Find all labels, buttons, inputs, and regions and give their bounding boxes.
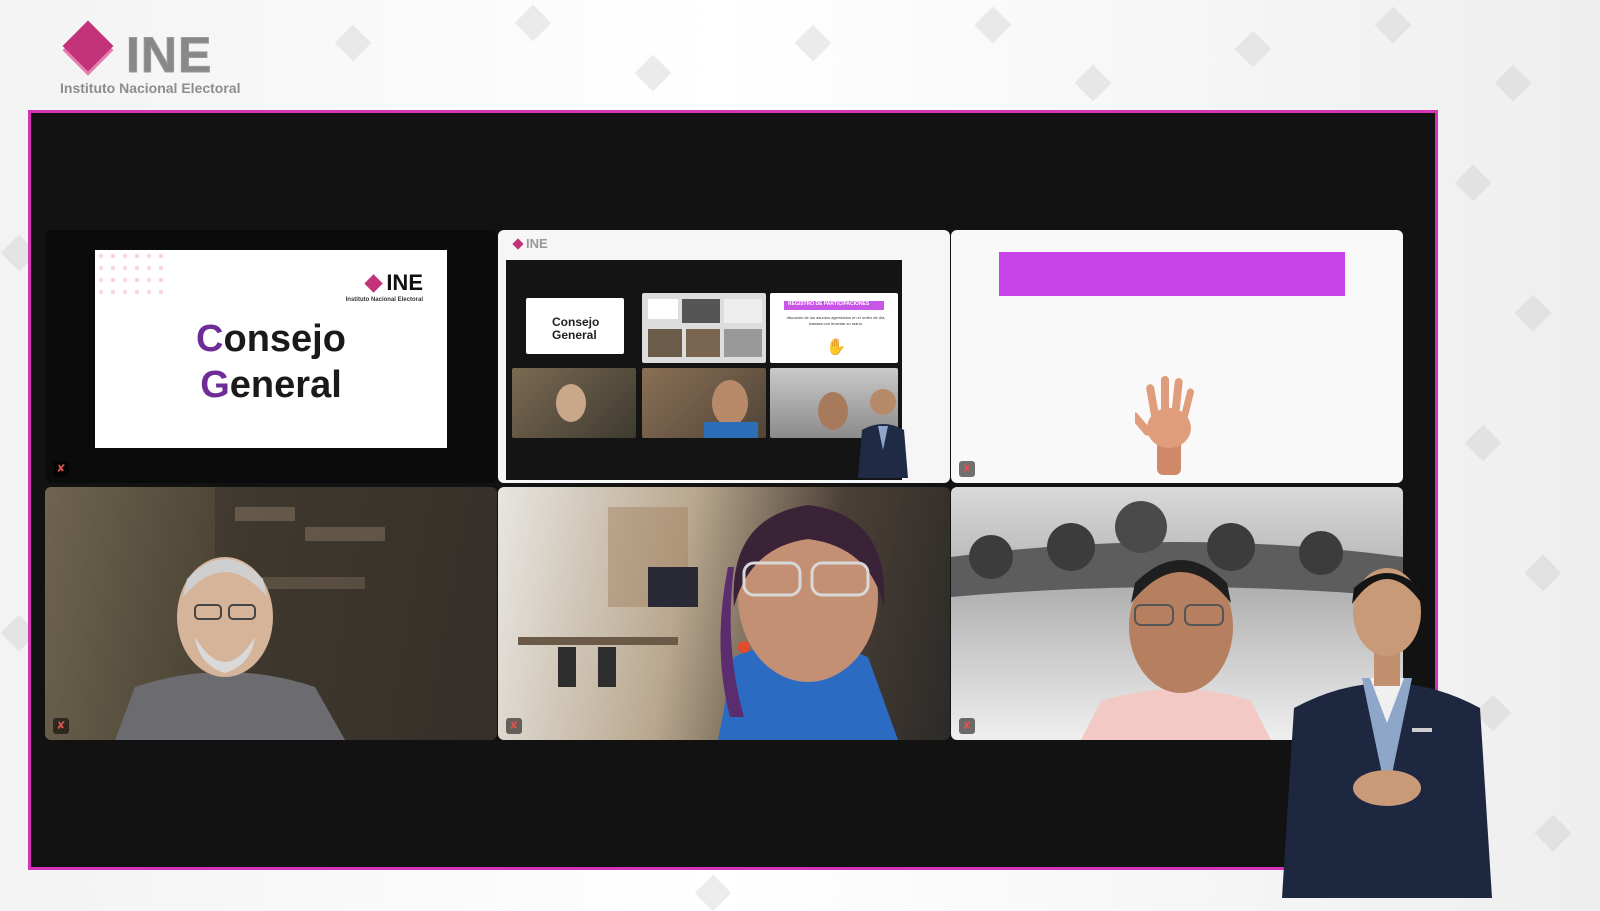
logo-word: INE [125,27,213,84]
nested-video-2 [642,368,766,438]
tile-shared-screen[interactable]: INE Consejo General REGISTRO DE PARTICIP… [498,230,950,483]
nested-video-1 [512,368,636,438]
tile-raise-hand[interactable]: ✘ [951,230,1403,483]
slide-title: Consejo General [95,316,447,408]
nested-bar-label: REGISTRO DE PARTICIPACIONES [788,301,870,307]
logo-subtitle: Instituto Nacional Electoral [60,80,241,96]
slide-logo-word: INE [386,270,423,295]
mic-off-icon: ✘ [959,718,975,734]
title-initial: C [196,318,224,360]
title-initial: G [200,364,230,406]
title-rest: onsejo [223,318,346,360]
ine-logo: INE Instituto Nacional Electoral [60,20,275,100]
tile-presentation-slide[interactable]: INE Instituto Nacional Electoral Consejo… [45,230,497,483]
nested-logo-word: INE [526,236,548,251]
participant-video-frame [115,487,497,740]
slide-logo: INE Instituto Nacional Electoral [346,270,423,303]
slide-logo-subtitle: Instituto Nacional Electoral [345,297,423,303]
magenta-title-bar [999,252,1345,296]
participant-video-frame [518,505,898,740]
mic-off-icon: ✘ [959,461,975,477]
raised-hand-icon: ✋ [826,339,846,356]
ine-diamond-icon [62,20,114,72]
title-rest: eneral [229,364,342,406]
raised-hand-icon [1135,376,1195,475]
sign-language-interpreter [1282,568,1492,898]
mic-off-icon: ✘ [53,718,69,734]
mic-off-icon: ✘ [506,718,522,734]
ine-diamond-icon [364,273,384,293]
nested-logo: INE [512,236,548,251]
tile-participant-video[interactable]: ✘ [45,487,497,740]
nested-stage: Consejo General REGISTRO DE PARTICIPACIO… [506,260,902,480]
nested-slide-title: Consejo General [552,315,600,342]
decorative-dots [95,250,165,300]
tile-participant-video[interactable]: ✘ [498,487,950,740]
video-conference-stage: INE Instituto Nacional Electoral Consejo… [28,110,1438,870]
ine-diamond-icon [512,238,524,250]
nested-grid-preview [642,293,766,363]
nested-instruction: discusión de los asuntos agendados en el… [786,315,886,326]
nested-raise-hand-slide: REGISTRO DE PARTICIPACIONES discusión de… [770,293,898,363]
slide: INE Instituto Nacional Electoral Consejo… [95,250,447,448]
mic-off-icon: ✘ [53,461,69,477]
nested-slide: Consejo General [526,298,624,354]
nested-interpreter [858,389,908,478]
